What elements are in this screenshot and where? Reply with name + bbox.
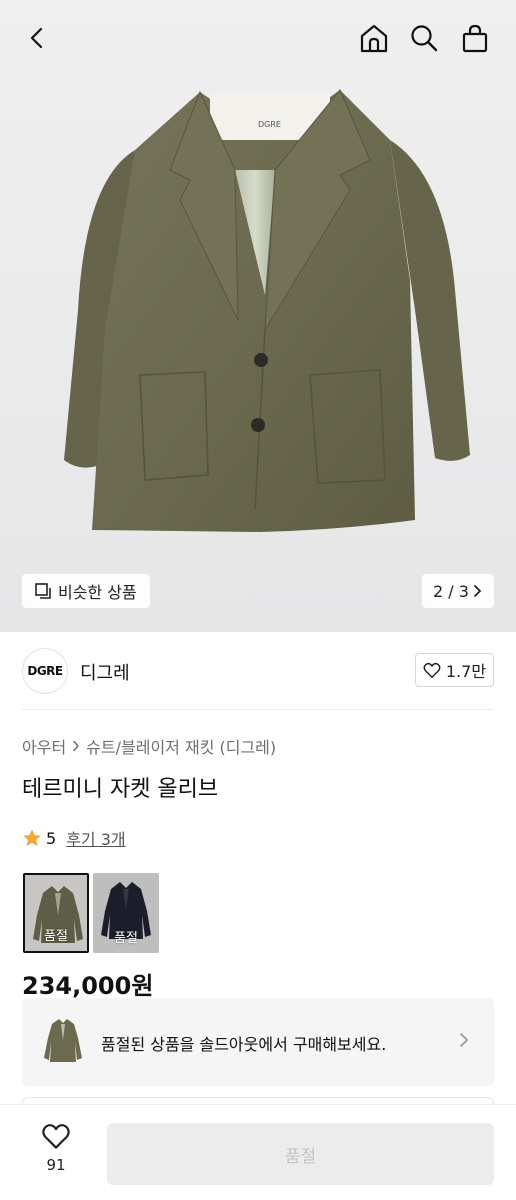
cart-button[interactable]: [455, 18, 495, 58]
star-icon: [23, 829, 41, 847]
rating-score: 5: [46, 828, 57, 848]
home-icon: [360, 24, 388, 53]
soldout-banner[interactable]: 품절된 상품을 솔드아웃에서 구매해보세요.: [22, 998, 494, 1086]
shopping-bag-icon: [462, 24, 488, 53]
back-button[interactable]: [18, 18, 58, 58]
divider: [22, 709, 494, 710]
similar-products-label: 비슷한 상품: [58, 583, 137, 602]
product-image-carousel[interactable]: DGRE 비슷한 상품 2 / 3: [0, 0, 516, 632]
rating: 5 후기 3개: [22, 826, 126, 850]
image-pager[interactable]: 2 / 3: [422, 574, 494, 608]
wishlist-button[interactable]: 91: [28, 1123, 84, 1183]
color-option-olive[interactable]: 품절: [23, 873, 89, 953]
chevron-right-icon: [73, 740, 80, 752]
product-title: 테르미니 자켓 올리브: [22, 777, 219, 802]
copy-icon: [35, 583, 51, 599]
buy-button-disabled[interactable]: 품절: [107, 1123, 494, 1185]
brand-like-button[interactable]: 1.7만: [415, 653, 494, 687]
soldout-product-thumbnail: [44, 1019, 82, 1062]
chevron-right-icon: [474, 585, 482, 597]
home-button[interactable]: [354, 18, 394, 58]
brand-row: DGRE 디그레 1.7만: [0, 632, 516, 710]
reviews-link[interactable]: 후기 3개: [66, 826, 125, 850]
swatch-sold-label: 품절: [44, 929, 68, 944]
search-icon: [411, 25, 438, 52]
product-image: DGRE: [64, 89, 470, 532]
garment-label: DGRE: [258, 120, 281, 129]
brand-name[interactable]: 디그레: [80, 659, 130, 685]
chevron-right-icon: [460, 1033, 469, 1047]
similar-products-button[interactable]: 비슷한 상품: [22, 574, 150, 608]
breadcrumb: 아우터 슈트/블레이저 재킷 (디그레): [22, 734, 276, 758]
swatch-sold-label: 품절: [114, 931, 138, 946]
back-arrow-icon: [30, 27, 43, 49]
soldout-banner-text: 품절된 상품을 솔드아웃에서 구매해보세요.: [101, 1035, 387, 1054]
heart-icon: [423, 662, 441, 678]
heart-icon: [42, 1124, 70, 1149]
top-navigation-bar: [0, 0, 516, 76]
image-pager-text: 2 / 3: [433, 581, 469, 601]
bottom-action-bar: 91 품절: [0, 1104, 516, 1200]
wishlist-count: 91: [46, 1156, 66, 1174]
brand-like-count: 1.7만: [445, 662, 487, 681]
product-price: 234,000원: [22, 972, 154, 1000]
color-option-navy[interactable]: 품절: [93, 873, 159, 953]
breadcrumb-category[interactable]: 아우터: [22, 734, 66, 758]
breadcrumb-subcategory[interactable]: 슈트/블레이저 재킷 (디그레): [86, 734, 276, 758]
brand-logo[interactable]: DGRE: [22, 648, 68, 694]
search-button[interactable]: [404, 18, 444, 58]
